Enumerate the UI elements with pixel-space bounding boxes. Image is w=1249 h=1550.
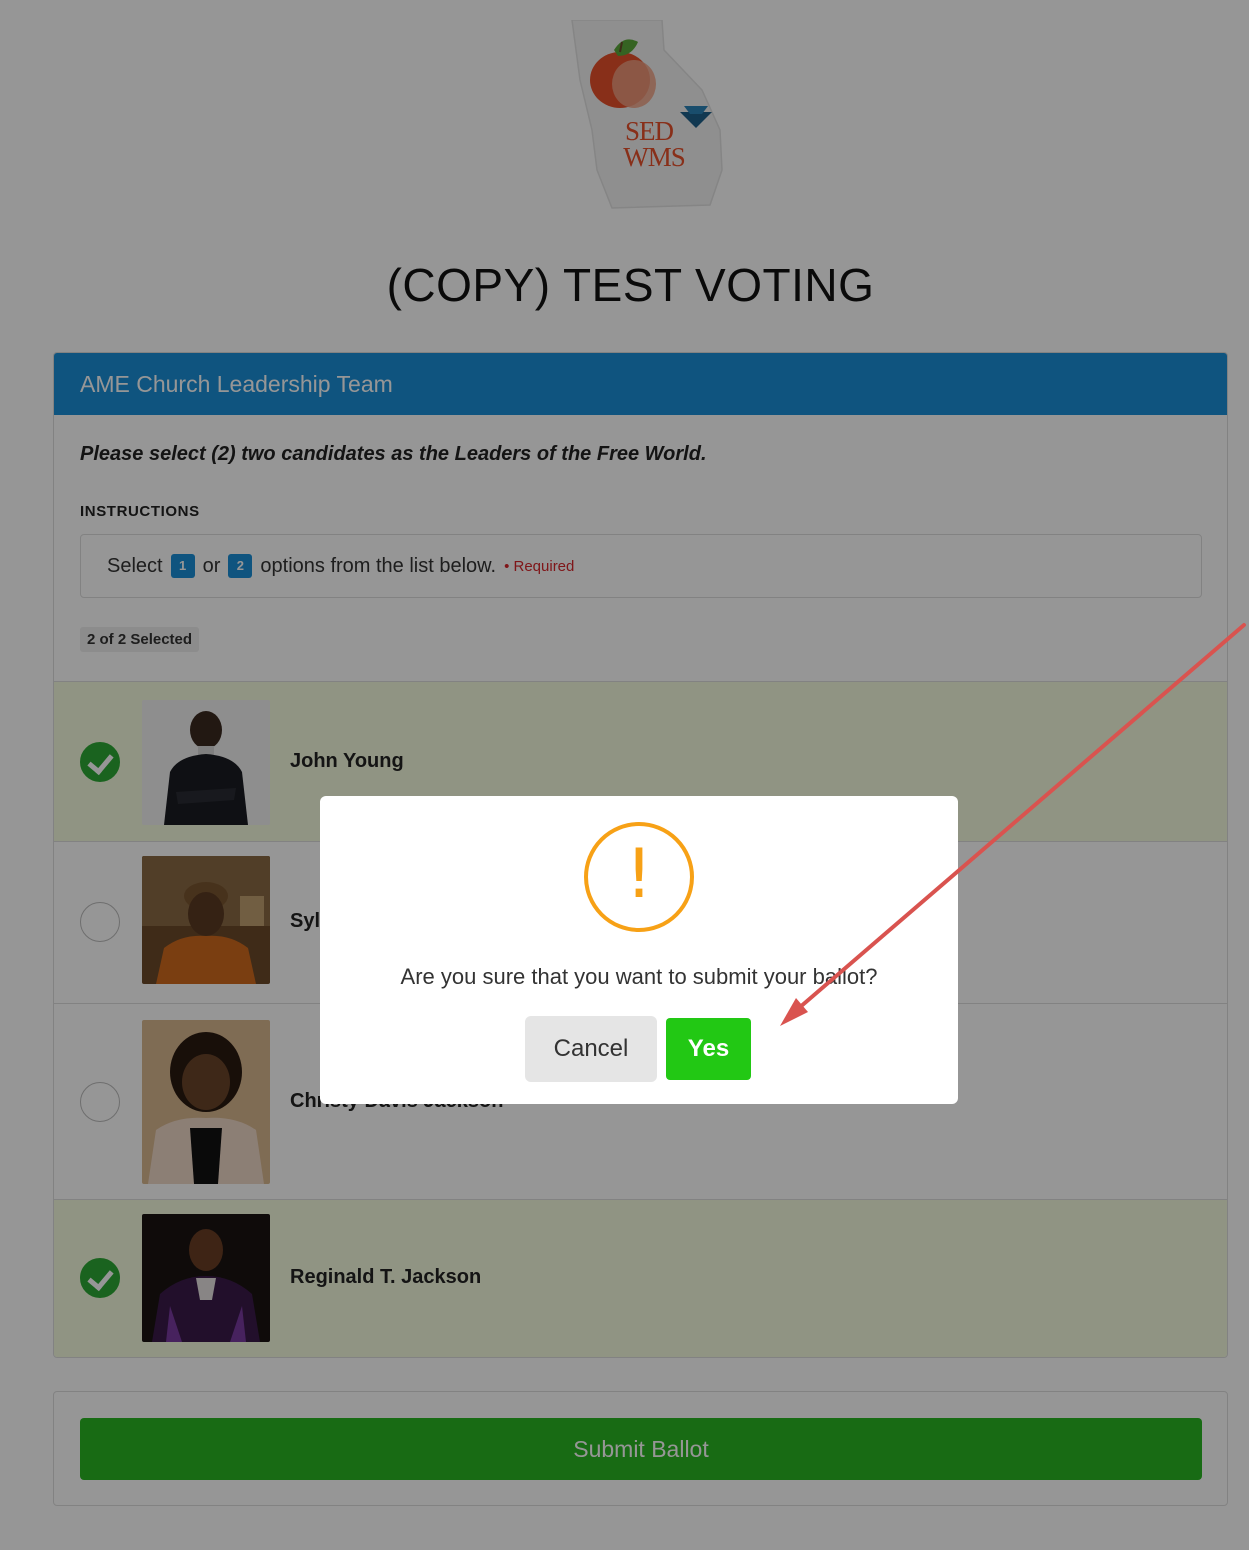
warning-icon: !: [584, 822, 694, 932]
cancel-button[interactable]: Cancel: [525, 1016, 657, 1082]
yes-button[interactable]: Yes: [666, 1018, 751, 1080]
confirm-message: Are you sure that you want to submit you…: [400, 964, 878, 989]
confirm-dialog: ! Are you sure that you want to submit y…: [320, 796, 958, 1104]
modal-backdrop[interactable]: [0, 0, 1249, 1550]
